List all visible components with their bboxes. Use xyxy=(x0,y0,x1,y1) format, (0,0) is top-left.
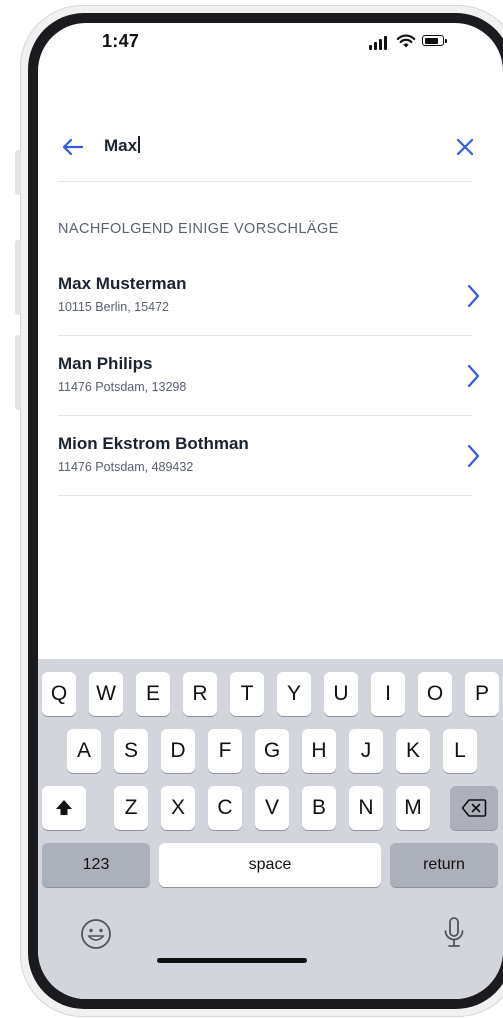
shift-icon xyxy=(56,800,72,815)
key-o[interactable]: O xyxy=(418,672,452,716)
microphone-icon[interactable] xyxy=(441,915,467,951)
key-t[interactable]: T xyxy=(230,672,264,716)
result-address: 11476 Potsdam, 13298 xyxy=(58,380,187,394)
result-address: 10115 Berlin, 15472 xyxy=(58,300,169,314)
key-u[interactable]: U xyxy=(324,672,358,716)
text-caret xyxy=(138,136,140,153)
keyboard: Q W E R T Y U I O P A S D F G H J K L Z … xyxy=(38,659,503,999)
chevron-right-icon xyxy=(467,284,480,308)
result-name: Mion Ekstrom Bothman xyxy=(58,434,249,453)
search-query: Max xyxy=(104,136,138,155)
battery-icon xyxy=(422,35,447,46)
key-z[interactable]: Z xyxy=(114,786,148,830)
signal-icon xyxy=(369,36,387,50)
space-key[interactable]: space xyxy=(159,843,381,887)
key-l[interactable]: L xyxy=(443,729,477,773)
key-f[interactable]: F xyxy=(208,729,242,773)
result-item[interactable]: Man Philips 11476 Potsdam, 13298 xyxy=(58,336,480,416)
screen: 1:47 Max NACHFOLGEND EINIGE VORSCHLÄGE M… xyxy=(38,23,503,999)
return-key[interactable]: return xyxy=(390,843,498,887)
key-d[interactable]: D xyxy=(161,729,195,773)
status-time: 1:47 xyxy=(102,31,140,51)
key-i[interactable]: I xyxy=(371,672,405,716)
key-r[interactable]: R xyxy=(183,672,217,716)
result-item[interactable]: Mion Ekstrom Bothman 11476 Potsdam, 4894… xyxy=(58,416,480,496)
key-v[interactable]: V xyxy=(255,786,289,830)
shift-key[interactable] xyxy=(42,786,86,830)
side-button-mute xyxy=(15,150,21,195)
backspace-icon xyxy=(461,799,487,817)
search-input[interactable]: Max xyxy=(104,136,140,156)
result-address: 11476 Potsdam, 489432 xyxy=(58,460,194,474)
key-p[interactable]: P xyxy=(465,672,499,716)
key-w[interactable]: W xyxy=(89,672,123,716)
key-a[interactable]: A xyxy=(67,729,101,773)
emoji-icon[interactable] xyxy=(79,917,113,951)
numbers-key[interactable]: 123 xyxy=(42,843,150,887)
chevron-right-icon xyxy=(467,364,480,388)
key-c[interactable]: C xyxy=(208,786,242,830)
search-divider xyxy=(58,181,472,182)
result-name: Max Musterman xyxy=(58,274,187,293)
chevron-right-icon xyxy=(467,444,480,468)
key-m[interactable]: M xyxy=(396,786,430,830)
key-g[interactable]: G xyxy=(255,729,289,773)
wifi-icon xyxy=(396,34,416,48)
status-bar: 1:47 xyxy=(38,23,503,73)
key-y[interactable]: Y xyxy=(277,672,311,716)
back-arrow-icon[interactable] xyxy=(58,132,88,162)
close-icon[interactable] xyxy=(450,132,480,162)
key-h[interactable]: H xyxy=(302,729,336,773)
key-b[interactable]: B xyxy=(302,786,336,830)
key-k[interactable]: K xyxy=(396,729,430,773)
backspace-key[interactable] xyxy=(450,786,498,830)
key-q[interactable]: Q xyxy=(42,672,76,716)
key-x[interactable]: X xyxy=(161,786,195,830)
side-button-volume-down xyxy=(15,335,21,410)
key-n[interactable]: N xyxy=(349,786,383,830)
section-heading: NACHFOLGEND EINIGE VORSCHLÄGE xyxy=(58,221,339,237)
home-indicator[interactable] xyxy=(157,958,307,963)
result-name: Man Philips xyxy=(58,354,153,373)
key-j[interactable]: J xyxy=(349,729,383,773)
key-e[interactable]: E xyxy=(136,672,170,716)
result-item[interactable]: Max Musterman 10115 Berlin, 15472 xyxy=(58,256,480,336)
key-s[interactable]: S xyxy=(114,729,148,773)
side-button-volume-up xyxy=(15,240,21,315)
result-divider xyxy=(58,495,472,496)
search-bar: Max xyxy=(58,128,478,168)
